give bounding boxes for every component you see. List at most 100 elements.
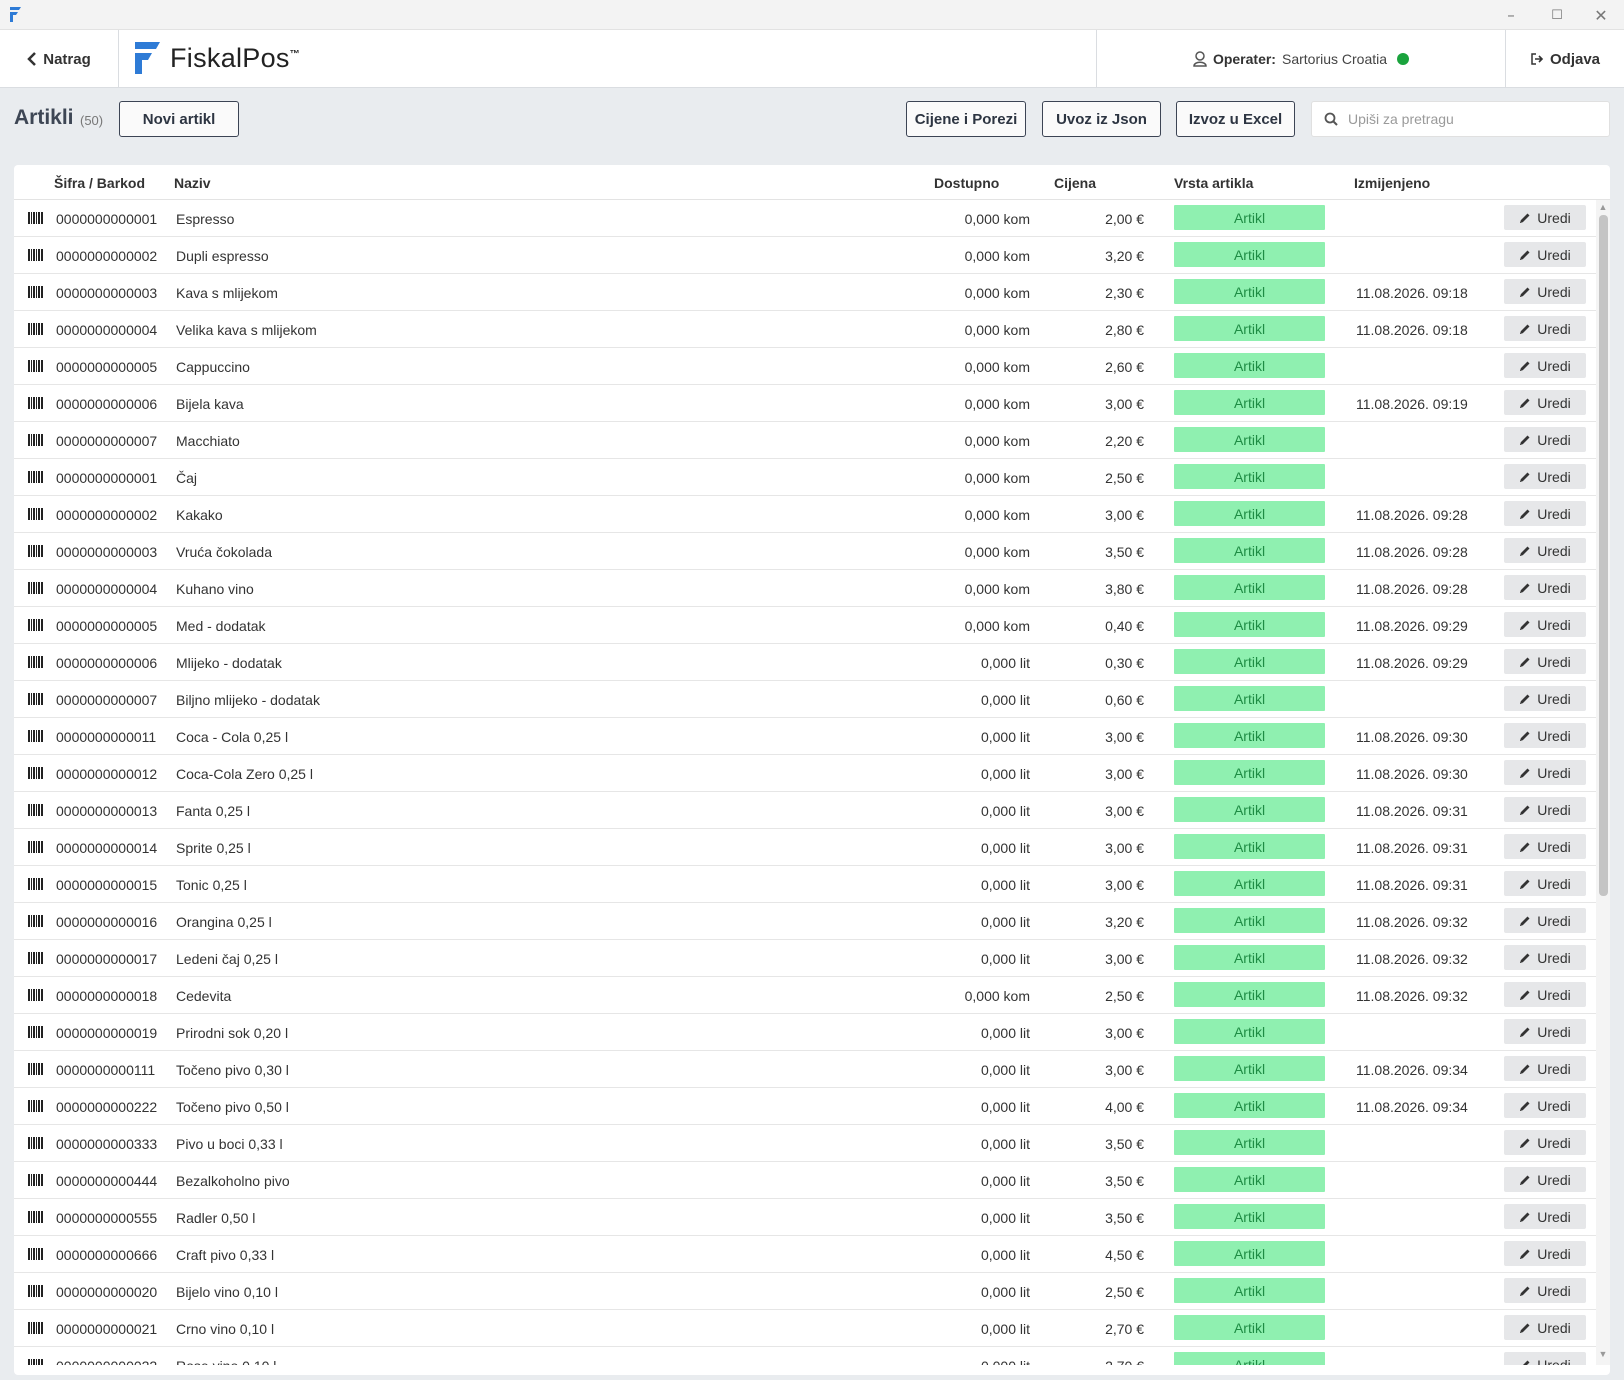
edit-button[interactable]: Uredi [1504, 1130, 1586, 1155]
table-row[interactable]: 0000000000011 Coca - Cola 0,25 l 0,000 lit… [14, 718, 1596, 755]
table-row[interactable]: 0000000000007 Macchiato 0,000 kom 2,20 € Art… [14, 422, 1596, 459]
edit-button-label: Uredi [1537, 653, 1571, 670]
edit-button[interactable]: Uredi [1504, 834, 1586, 859]
window-minimize-button[interactable]: – [1488, 0, 1534, 30]
edit-button[interactable]: Uredi [1504, 316, 1586, 341]
edit-button[interactable]: Uredi [1504, 649, 1586, 674]
edit-button[interactable]: Uredi [1504, 1093, 1586, 1118]
search-input[interactable] [1348, 111, 1598, 127]
table-row[interactable]: 0000000000016 Orangina 0,25 l 0,000 lit 3,2… [14, 903, 1596, 940]
table-row[interactable]: 0000000000555 Radler 0,50 l 0,000 lit 3,50 … [14, 1199, 1596, 1236]
column-header-name[interactable]: Naziv [174, 175, 211, 191]
edit-button[interactable]: Uredi [1504, 982, 1586, 1007]
edit-button-label: Uredi [1537, 357, 1571, 374]
table-row[interactable]: 0000000000333 Pivo u boci 0,33 l 0,000 lit… [14, 1125, 1596, 1162]
column-header-code[interactable]: Šifra / Barkod [54, 175, 145, 191]
edit-button[interactable]: Uredi [1504, 871, 1586, 896]
edit-button[interactable]: Uredi [1504, 1167, 1586, 1192]
edit-button[interactable]: Uredi [1504, 1056, 1586, 1081]
edit-button[interactable]: Uredi [1504, 353, 1586, 378]
cell-available: 0,000 lit [980, 1173, 1030, 1189]
table-row[interactable]: 0000000000444 Bezalkoholno pivo 0,000 lit 3… [14, 1162, 1596, 1199]
window-maximize-button[interactable]: ☐ [1534, 0, 1580, 30]
edit-button[interactable]: Uredi [1504, 390, 1586, 415]
edit-button[interactable]: Uredi [1504, 797, 1586, 822]
cell-code: 0000000000001 [56, 470, 158, 486]
export-excel-button[interactable]: Izvoz u Excel [1176, 101, 1295, 137]
column-header-modified[interactable]: Izmijenjeno [1354, 175, 1430, 191]
cell-name: Crno vino 0,10 l [176, 1321, 275, 1337]
edit-button[interactable]: Uredi [1504, 538, 1586, 563]
table-row[interactable]: 0000000000007 Biljno mlijeko - dodatak 0,0… [14, 681, 1596, 718]
table-row[interactable]: 0000000000222 Točeno pivo 0,50 l 0,000 lit… [14, 1088, 1596, 1125]
table-row[interactable]: 0000000000012 Coca-Cola Zero 0,25 l 0,000 … [14, 755, 1596, 792]
table-row[interactable]: 0000000000111 Točeno pivo 0,30 l 0,000 lit… [14, 1051, 1596, 1088]
edit-button[interactable]: Uredi [1504, 1019, 1586, 1044]
article-type-badge: Artikl [1174, 316, 1325, 341]
table-row[interactable]: 0000000000003 Kava s mlijekom 0,000 kom 2,3… [14, 274, 1596, 311]
table-row[interactable]: 0000000000006 Mlijeko - dodatak 0,000 lit 0… [14, 644, 1596, 681]
edit-button[interactable]: Uredi [1504, 760, 1586, 785]
table-row[interactable]: 0000000000006 Bijela kava 0,000 kom 3,00 € A… [14, 385, 1596, 422]
edit-button[interactable]: Uredi [1504, 908, 1586, 933]
table-row[interactable]: 0000000000013 Fanta 0,25 l 0,000 lit 3,00 €… [14, 792, 1596, 829]
new-article-button[interactable]: Novi artikl [119, 101, 239, 137]
cell-name: Tonic 0,25 l [176, 877, 247, 893]
scroll-down-arrow-icon[interactable]: ▼ [1596, 1349, 1610, 1361]
table-row[interactable]: 0000000000021 Crno vino 0,10 l 0,000 lit 2,… [14, 1310, 1596, 1347]
edit-button[interactable]: Uredi [1504, 205, 1586, 230]
table-row[interactable]: 0000000000019 Prirodni sok 0,20 l 0,000 li… [14, 1014, 1596, 1051]
table-row[interactable]: 0000000000005 Med - dodatak 0,000 kom 0,40 … [14, 607, 1596, 644]
edit-button-label: Uredi [1537, 1134, 1571, 1151]
window-close-button[interactable]: ✕ [1578, 0, 1624, 30]
cell-price: 2,20 € [1105, 433, 1144, 449]
edit-button[interactable]: Uredi [1504, 464, 1586, 489]
table-row[interactable]: 0000000000002 Dupli espresso 0,000 kom 3,20… [14, 237, 1596, 274]
import-json-button[interactable]: Uvoz iz Json [1042, 101, 1161, 137]
barcode-icon [28, 1174, 43, 1186]
column-header-type[interactable]: Vrsta artikla [1174, 175, 1253, 191]
table-row[interactable]: 0000000000018 Cedevita 0,000 kom 2,50 € Arti… [14, 977, 1596, 1014]
table-row[interactable]: 0000000000005 Cappuccino 0,000 kom 2,60 € Ar… [14, 348, 1596, 385]
column-header-available[interactable]: Dostupno [934, 175, 999, 191]
table-row[interactable]: 0000000000001 Čaj 0,000 kom 2,50 € Artikl Ure… [14, 459, 1596, 496]
table-row[interactable]: 0000000000022 Rose vino 0,10 l 0,000 lit 2,… [14, 1347, 1596, 1365]
table-row[interactable]: 0000000000666 Craft pivo 0,33 l 0,000 lit 4… [14, 1236, 1596, 1273]
edit-button[interactable]: Uredi [1504, 1204, 1586, 1229]
edit-button[interactable]: Uredi [1504, 1352, 1586, 1365]
table-row[interactable]: 0000000000001 Espresso 0,000 kom 2,00 € Arti… [14, 200, 1596, 237]
cell-code: 0000000000006 [56, 396, 158, 412]
prices-taxes-button[interactable]: Cijene i Porezi [906, 101, 1026, 137]
edit-button[interactable]: Uredi [1504, 723, 1586, 748]
table-row[interactable]: 0000000000004 Velika kava s mlijekom 0,000… [14, 311, 1596, 348]
table-row[interactable]: 0000000000004 Kuhano vino 0,000 kom 3,80 € A… [14, 570, 1596, 607]
edit-button[interactable]: Uredi [1504, 1241, 1586, 1266]
barcode-icon [28, 508, 43, 520]
table-row[interactable]: 0000000000014 Sprite 0,25 l 0,000 lit 3,00 … [14, 829, 1596, 866]
cell-available: 0,000 lit [980, 1025, 1030, 1041]
edit-button[interactable]: Uredi [1504, 501, 1586, 526]
table-row[interactable]: 0000000000015 Tonic 0,25 l 0,000 lit 3,00 €… [14, 866, 1596, 903]
edit-button[interactable]: Uredi [1504, 279, 1586, 304]
back-button[interactable]: Natrag [0, 30, 119, 88]
edit-button[interactable]: Uredi [1504, 427, 1586, 452]
edit-button[interactable]: Uredi [1504, 242, 1586, 267]
edit-button[interactable]: Uredi [1504, 1315, 1586, 1340]
edit-button[interactable]: Uredi [1504, 686, 1586, 711]
operator-info: Operater: Sartorius Croatia [1096, 30, 1506, 88]
column-header-price[interactable]: Cijena [1054, 175, 1096, 191]
edit-button[interactable]: Uredi [1504, 575, 1586, 600]
scrollbar-thumb[interactable] [1599, 215, 1608, 896]
edit-button[interactable]: Uredi [1504, 945, 1586, 970]
table-row[interactable]: 0000000000020 Bijelo vino 0,10 l 0,000 lit… [14, 1273, 1596, 1310]
edit-button[interactable]: Uredi [1504, 612, 1586, 637]
logout-button[interactable]: Odjava [1506, 30, 1624, 88]
cell-price: 3,50 € [1105, 544, 1144, 560]
edit-button[interactable]: Uredi [1504, 1278, 1586, 1303]
table-row[interactable]: 0000000000002 Kakako 0,000 kom 3,00 € Artikl… [14, 496, 1596, 533]
cell-price: 2,60 € [1105, 359, 1144, 375]
search-icon [1324, 112, 1338, 126]
table-row[interactable]: 0000000000003 Vruća čokolada 0,000 kom 3,50… [14, 533, 1596, 570]
table-row[interactable]: 0000000000017 Ledeni čaj 0,25 l 0,000 lit 3… [14, 940, 1596, 977]
scroll-up-arrow-icon[interactable]: ▲ [1596, 202, 1610, 214]
